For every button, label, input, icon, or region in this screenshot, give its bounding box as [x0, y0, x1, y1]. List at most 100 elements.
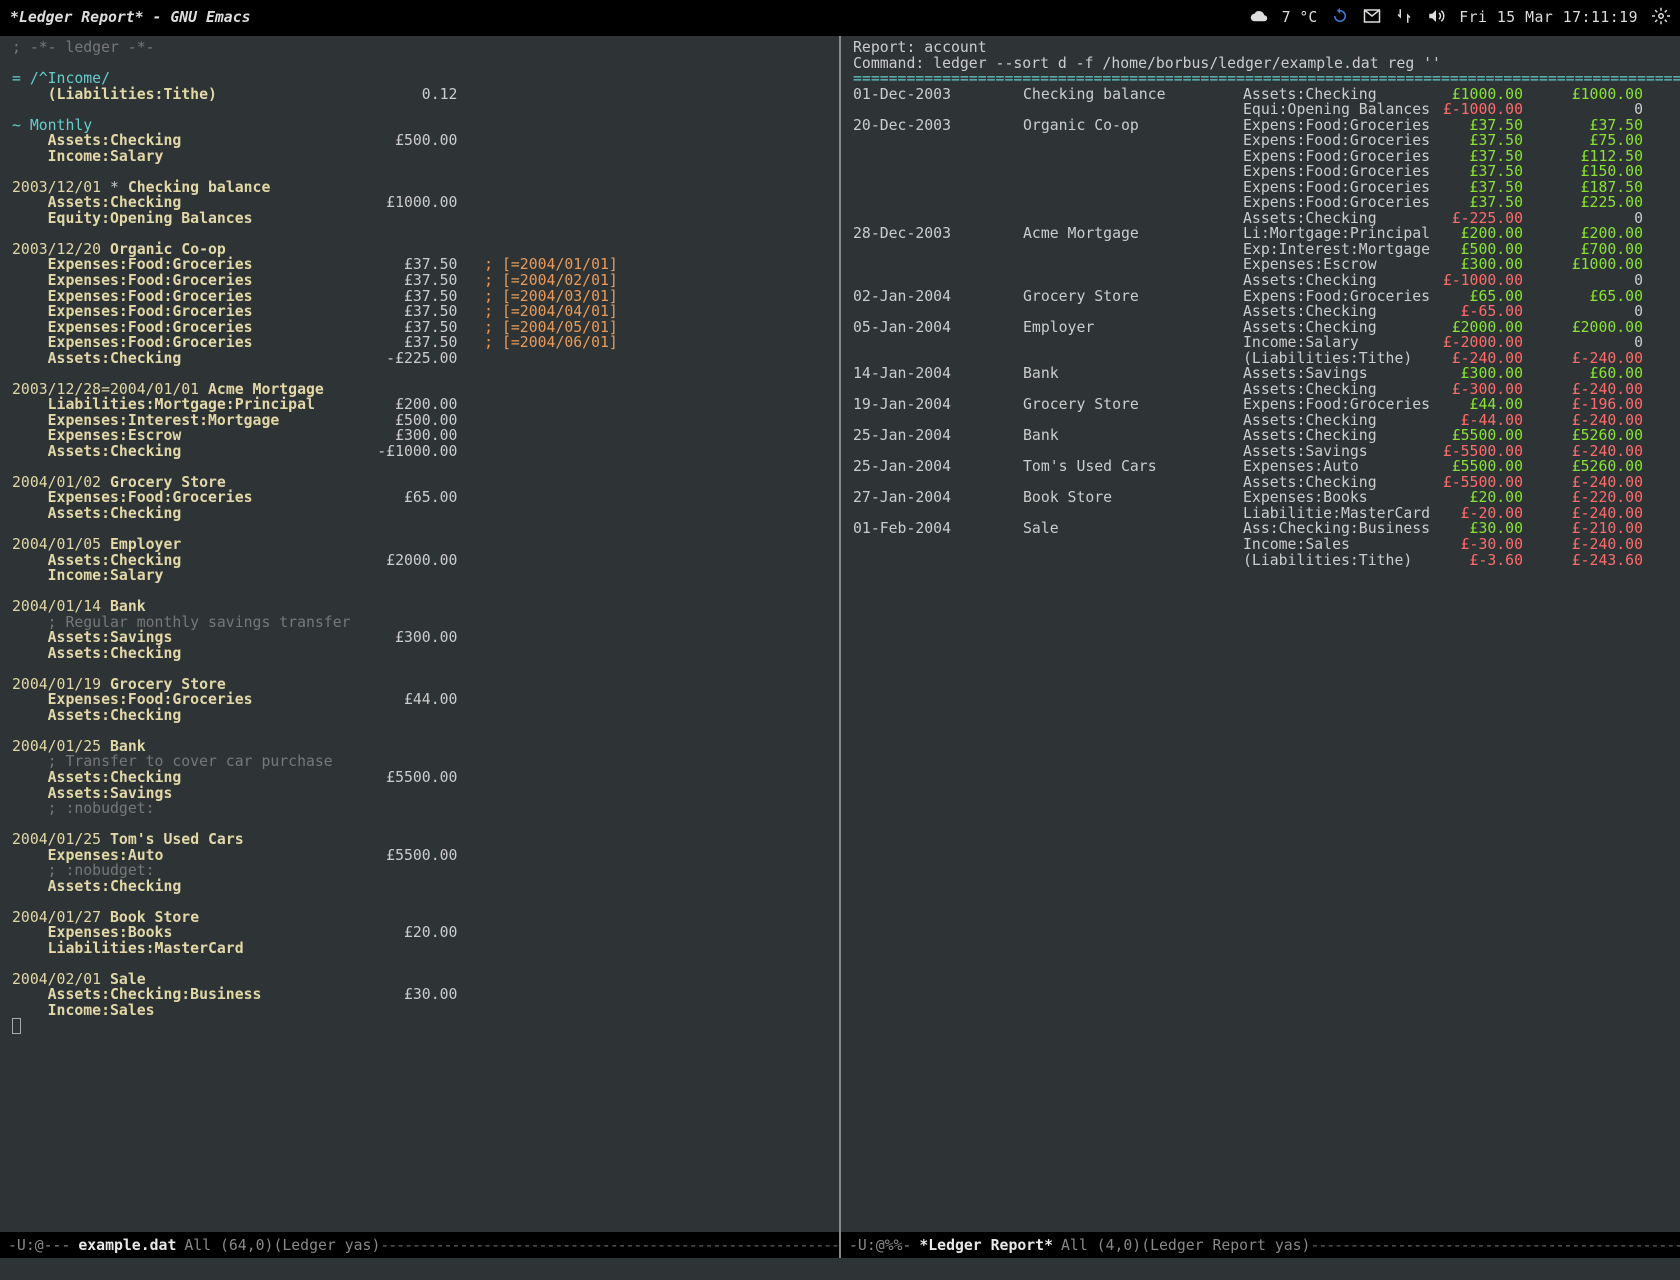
report-row[interactable]: Liabilitie:MasterCard£-20.00£-240.00: [853, 506, 1670, 522]
ledger-line[interactable]: Liabilities:MasterCard: [12, 941, 829, 957]
ledger-line[interactable]: Assets:Checking £2000.00: [12, 553, 829, 569]
ledger-line[interactable]: ~ Monthly: [12, 118, 829, 134]
ledger-line[interactable]: Income:Salary: [12, 149, 829, 165]
ledger-line[interactable]: Assets:Savings £300.00: [12, 630, 829, 646]
ledger-line[interactable]: 2004/02/01 Sale: [12, 972, 829, 988]
ledger-line[interactable]: [12, 661, 829, 677]
report-row[interactable]: 19-Jan-2004Grocery StoreExpens:Food:Groc…: [853, 397, 1670, 413]
report-row[interactable]: Assets:Checking£-1000.000: [853, 273, 1670, 289]
ledger-report-buffer[interactable]: Report: accountCommand: ledger --sort d …: [841, 36, 1680, 1232]
ledger-line[interactable]: 2003/12/20 Organic Co-op: [12, 242, 829, 258]
refresh-icon[interactable]: [1331, 7, 1349, 29]
report-row[interactable]: 25-Jan-2004Tom's Used CarsExpenses:Auto£…: [853, 459, 1670, 475]
ledger-line[interactable]: [12, 956, 829, 972]
ledger-line[interactable]: Expenses:Food:Groceries £37.50 ; [=2004/…: [12, 320, 829, 336]
ledger-line[interactable]: Assets:Savings: [12, 786, 829, 802]
ledger-line[interactable]: Assets:Checking £5500.00: [12, 770, 829, 786]
ledger-line[interactable]: Assets:Checking:Business £30.00: [12, 987, 829, 1003]
right-pane-ledger-report[interactable]: Report: accountCommand: ledger --sort d …: [839, 36, 1680, 1258]
settings-icon[interactable]: [1652, 7, 1670, 29]
ledger-line[interactable]: [12, 1018, 829, 1034]
report-row[interactable]: Expens:Food:Groceries£37.50£150.00: [853, 164, 1670, 180]
ledger-line[interactable]: 2004/01/25 Bank: [12, 739, 829, 755]
report-row[interactable]: (Liabilities:Tithe)£-3.60£-243.60: [853, 553, 1670, 569]
report-separator[interactable]: ========================================…: [853, 71, 1670, 87]
ledger-line[interactable]: Expenses:Food:Groceries £37.50 ; [=2004/…: [12, 289, 829, 305]
ledger-line[interactable]: Income:Salary: [12, 568, 829, 584]
ledger-line[interactable]: [12, 164, 829, 180]
ledger-line[interactable]: [12, 459, 829, 475]
report-header-line[interactable]: Command: ledger --sort d -f /home/borbus…: [853, 56, 1670, 72]
report-row[interactable]: Expens:Food:Groceries£37.50£187.50: [853, 180, 1670, 196]
ledger-line[interactable]: [12, 894, 829, 910]
ledger-line[interactable]: Assets:Checking -£1000.00: [12, 444, 829, 460]
ledger-line[interactable]: [12, 56, 829, 72]
mail-icon[interactable]: [1363, 7, 1381, 29]
ledger-line[interactable]: Expenses:Food:Groceries £37.50 ; [=2004/…: [12, 273, 829, 289]
report-row[interactable]: 27-Jan-2004Book StoreExpenses:Books£20.0…: [853, 490, 1670, 506]
ledger-line[interactable]: 2004/01/02 Grocery Store: [12, 475, 829, 491]
clock[interactable]: Fri 15 Mar 17:11:19: [1459, 9, 1638, 26]
ledger-line[interactable]: ; Regular monthly savings transfer: [12, 615, 829, 631]
report-row[interactable]: 01-Feb-2004SaleAss:Checking:Business£30.…: [853, 521, 1670, 537]
ledger-line[interactable]: Expenses:Auto £5500.00: [12, 848, 829, 864]
report-row[interactable]: Assets:Checking£-300.00£-240.00: [853, 382, 1670, 398]
ledger-line[interactable]: ; :nobudget:: [12, 863, 829, 879]
report-row[interactable]: 20-Dec-2003Organic Co-opExpens:Food:Groc…: [853, 118, 1670, 134]
ledger-line[interactable]: Assets:Checking: [12, 708, 829, 724]
ledger-line[interactable]: = /^Income/: [12, 71, 829, 87]
report-row[interactable]: Income:Salary£-2000.000: [853, 335, 1670, 351]
ledger-line[interactable]: [12, 817, 829, 833]
report-row[interactable]: Equi:Opening Balances£-1000.000: [853, 102, 1670, 118]
report-row[interactable]: (Liabilities:Tithe)£-240.00£-240.00: [853, 351, 1670, 367]
ledger-line[interactable]: Expenses:Books £20.00: [12, 925, 829, 941]
network-icon[interactable]: [1395, 7, 1413, 29]
ledger-line[interactable]: Expenses:Food:Groceries £37.50 ; [=2004/…: [12, 335, 829, 351]
ledger-line[interactable]: 2004/01/27 Book Store: [12, 910, 829, 926]
report-row[interactable]: 25-Jan-2004BankAssets:Checking£5500.00£5…: [853, 428, 1670, 444]
ledger-line[interactable]: Assets:Checking £1000.00: [12, 195, 829, 211]
report-row[interactable]: Expens:Food:Groceries£37.50£75.00: [853, 133, 1670, 149]
ledger-line[interactable]: Assets:Checking: [12, 506, 829, 522]
ledger-line[interactable]: Assets:Checking: [12, 646, 829, 662]
report-header-line[interactable]: Report: account: [853, 40, 1670, 56]
ledger-line[interactable]: Expenses:Food:Groceries £65.00: [12, 490, 829, 506]
ledger-line[interactable]: 2003/12/28=2004/01/01 Acme Mortgage: [12, 382, 829, 398]
report-row[interactable]: Expenses:Escrow£300.00£1000.00: [853, 257, 1670, 273]
ledger-line[interactable]: ; -*- ledger -*-: [12, 40, 829, 56]
ledger-file-buffer[interactable]: ; -*- ledger -*- = /^Income/ (Liabilitie…: [0, 36, 839, 1232]
ledger-line[interactable]: 2004/01/19 Grocery Store: [12, 677, 829, 693]
report-row[interactable]: Assets:Checking£-5500.00£-240.00: [853, 475, 1670, 491]
report-row[interactable]: Assets:Checking£-44.00£-240.00: [853, 413, 1670, 429]
report-row[interactable]: 01-Dec-2003Checking balanceAssets:Checki…: [853, 87, 1670, 103]
ledger-line[interactable]: [12, 102, 829, 118]
report-row[interactable]: Assets:Checking£-65.000: [853, 304, 1670, 320]
report-row[interactable]: Assets:Savings£-5500.00£-240.00: [853, 444, 1670, 460]
ledger-line[interactable]: Assets:Checking: [12, 879, 829, 895]
report-row[interactable]: Income:Sales£-30.00£-240.00: [853, 537, 1670, 553]
report-row[interactable]: 28-Dec-2003Acme MortgageLi:Mortgage:Prin…: [853, 226, 1670, 242]
ledger-line[interactable]: Income:Sales: [12, 1003, 829, 1019]
weather-indicator[interactable]: [1250, 7, 1268, 29]
report-row[interactable]: 05-Jan-2004EmployerAssets:Checking£2000.…: [853, 320, 1670, 336]
ledger-line[interactable]: ; Transfer to cover car purchase: [12, 754, 829, 770]
ledger-line[interactable]: 2004/01/25 Tom's Used Cars: [12, 832, 829, 848]
report-row[interactable]: Expens:Food:Groceries£37.50£225.00: [853, 195, 1670, 211]
ledger-line[interactable]: Expenses:Escrow £300.00: [12, 428, 829, 444]
report-row[interactable]: Exp:Interest:Mortgage£500.00£700.00: [853, 242, 1670, 258]
ledger-line[interactable]: Expenses:Food:Groceries £44.00: [12, 692, 829, 708]
ledger-line[interactable]: Expenses:Interest:Mortgage £500.00: [12, 413, 829, 429]
report-row[interactable]: Assets:Checking£-225.000: [853, 211, 1670, 227]
ledger-line[interactable]: (Liabilities:Tithe) 0.12: [12, 87, 829, 103]
ledger-line[interactable]: ; :nobudget:: [12, 801, 829, 817]
ledger-line[interactable]: 2003/12/01 * Checking balance: [12, 180, 829, 196]
left-pane-ledger-file[interactable]: ; -*- ledger -*- = /^Income/ (Liabilitie…: [0, 36, 839, 1258]
ledger-line[interactable]: [12, 723, 829, 739]
ledger-line[interactable]: 2004/01/14 Bank: [12, 599, 829, 615]
report-row[interactable]: Expens:Food:Groceries£37.50£112.50: [853, 149, 1670, 165]
ledger-line[interactable]: 2004/01/05 Employer: [12, 537, 829, 553]
ledger-line[interactable]: Expenses:Food:Groceries £37.50 ; [=2004/…: [12, 257, 829, 273]
ledger-line[interactable]: [12, 226, 829, 242]
report-row[interactable]: 02-Jan-2004Grocery StoreExpens:Food:Groc…: [853, 289, 1670, 305]
minibuffer[interactable]: [0, 1258, 1680, 1280]
